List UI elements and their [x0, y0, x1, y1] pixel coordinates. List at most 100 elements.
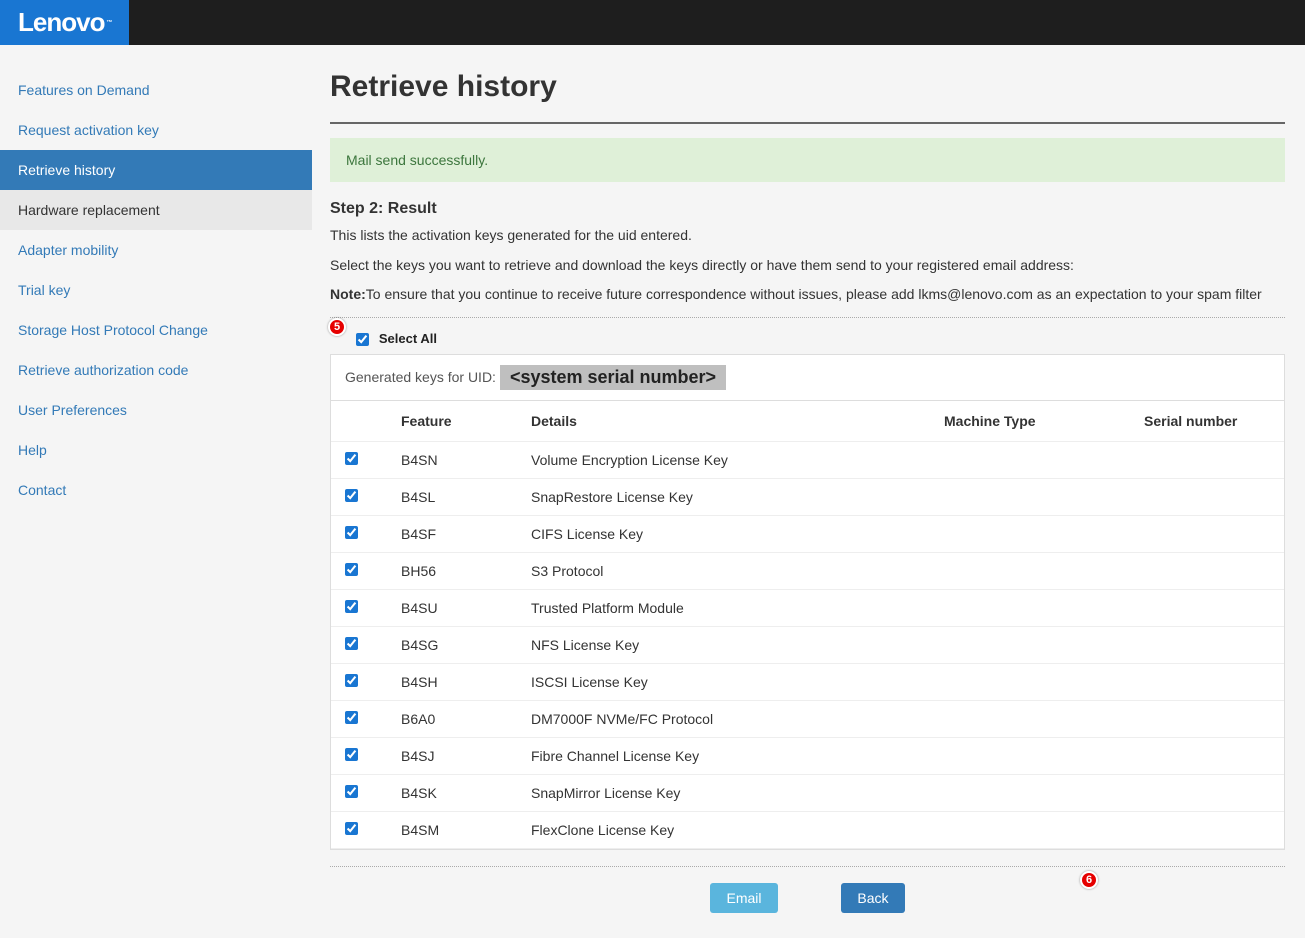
row-checkbox[interactable] [345, 785, 358, 798]
row-machine-type [934, 515, 1134, 552]
row-feature: B4SU [391, 589, 521, 626]
row-machine-type [934, 774, 1134, 811]
row-details: S3 Protocol [521, 552, 934, 589]
row-checkbox[interactable] [345, 674, 358, 687]
table-row: B4SJFibre Channel License Key [331, 737, 1284, 774]
note-text: Note:To ensure that you continue to rece… [330, 285, 1285, 305]
row-details: FlexClone License Key [521, 811, 934, 848]
row-checkbox-cell [331, 774, 391, 811]
row-checkbox[interactable] [345, 489, 358, 502]
sidebar-item-adapter-mobility[interactable]: Adapter mobility [0, 230, 312, 270]
sidebar-item-features-on-demand[interactable]: Features on Demand [0, 70, 312, 110]
sidebar-item-hardware-replacement[interactable]: Hardware replacement [0, 190, 312, 230]
col-serial-number: Serial number [1134, 401, 1284, 442]
row-serial-number [1134, 737, 1284, 774]
row-feature: B6A0 [391, 700, 521, 737]
row-serial-number [1134, 626, 1284, 663]
step-heading: Step 2: Result [330, 200, 1285, 218]
row-machine-type [934, 811, 1134, 848]
row-machine-type [934, 478, 1134, 515]
table-row: B4SLSnapRestore License Key [331, 478, 1284, 515]
row-checkbox[interactable] [345, 748, 358, 761]
row-details: SnapMirror License Key [521, 774, 934, 811]
row-feature: B4SL [391, 478, 521, 515]
table-row: B4SUTrusted Platform Module [331, 589, 1284, 626]
uid-placeholder: <system serial number> [500, 365, 726, 390]
row-checkbox[interactable] [345, 600, 358, 613]
row-details: DM7000F NVMe/FC Protocol [521, 700, 934, 737]
app-header: Lenovo™ [0, 0, 1305, 45]
table-row: B4SFCIFS License Key [331, 515, 1284, 552]
row-machine-type [934, 552, 1134, 589]
row-checkbox[interactable] [345, 711, 358, 724]
table-row: B6A0DM7000F NVMe/FC Protocol [331, 700, 1284, 737]
row-checkbox-cell [331, 589, 391, 626]
row-checkbox[interactable] [345, 526, 358, 539]
row-checkbox-cell [331, 441, 391, 478]
sidebar-item-request-activation-key[interactable]: Request activation key [0, 110, 312, 150]
instruction-text-2: Select the keys you want to retrieve and… [330, 256, 1285, 276]
table-row: B4SNVolume Encryption License Key [331, 441, 1284, 478]
row-machine-type [934, 700, 1134, 737]
row-feature: B4SK [391, 774, 521, 811]
row-feature: B4SH [391, 663, 521, 700]
table-row: B4SKSnapMirror License Key [331, 774, 1284, 811]
row-machine-type [934, 441, 1134, 478]
row-serial-number [1134, 552, 1284, 589]
actions-row: 6 Email Back [330, 877, 1285, 913]
main-content: Retrieve history Mail send successfully.… [312, 45, 1305, 938]
row-machine-type [934, 663, 1134, 700]
sidebar-item-trial-key[interactable]: Trial key [0, 270, 312, 310]
table-header-row: Feature Details Machine Type Serial numb… [331, 401, 1284, 442]
col-checkbox [331, 401, 391, 442]
row-machine-type [934, 626, 1134, 663]
sidebar: Features on DemandRequest activation key… [0, 45, 312, 938]
select-all-row: 5 Select All [330, 326, 1285, 354]
brand-text: Lenovo [18, 7, 104, 38]
sidebar-item-retrieve-history[interactable]: Retrieve history [0, 150, 312, 190]
row-checkbox-cell [331, 737, 391, 774]
row-details: SnapRestore License Key [521, 478, 934, 515]
row-serial-number [1134, 700, 1284, 737]
keys-table: Feature Details Machine Type Serial numb… [331, 401, 1284, 849]
sidebar-item-help[interactable]: Help [0, 430, 312, 470]
title-divider [330, 122, 1285, 124]
actions-divider [330, 866, 1285, 867]
row-checkbox-cell [331, 663, 391, 700]
row-serial-number [1134, 515, 1284, 552]
col-details: Details [521, 401, 934, 442]
annotation-badge-6: 6 [1080, 871, 1098, 889]
col-feature: Feature [391, 401, 521, 442]
table-row: B4SMFlexClone License Key [331, 811, 1284, 848]
note-divider [330, 317, 1285, 318]
select-all-label[interactable]: Select All [379, 331, 437, 346]
sidebar-item-contact[interactable]: Contact [0, 470, 312, 510]
sidebar-item-storage-host-protocol-change[interactable]: Storage Host Protocol Change [0, 310, 312, 350]
row-checkbox[interactable] [345, 637, 358, 650]
row-checkbox[interactable] [345, 822, 358, 835]
row-checkbox-cell [331, 478, 391, 515]
row-checkbox[interactable] [345, 452, 358, 465]
row-details: CIFS License Key [521, 515, 934, 552]
sidebar-item-retrieve-authorization-code[interactable]: Retrieve authorization code [0, 350, 312, 390]
row-feature: BH56 [391, 552, 521, 589]
row-details: Fibre Channel License Key [521, 737, 934, 774]
row-checkbox-cell [331, 626, 391, 663]
note-body: To ensure that you continue to receive f… [366, 286, 1262, 302]
select-all-checkbox[interactable] [356, 333, 369, 346]
row-serial-number [1134, 441, 1284, 478]
sidebar-item-user-preferences[interactable]: User Preferences [0, 390, 312, 430]
col-machine-type: Machine Type [934, 401, 1134, 442]
email-button[interactable]: Email [710, 883, 777, 913]
instruction-text-1: This lists the activation keys generated… [330, 226, 1285, 246]
brand-logo: Lenovo™ [0, 0, 129, 45]
row-serial-number [1134, 774, 1284, 811]
back-button[interactable]: Back [841, 883, 904, 913]
row-checkbox-cell [331, 700, 391, 737]
row-feature: B4SF [391, 515, 521, 552]
row-checkbox-cell [331, 811, 391, 848]
row-details: NFS License Key [521, 626, 934, 663]
note-label: Note: [330, 286, 366, 302]
row-checkbox[interactable] [345, 563, 358, 576]
row-feature: B4SM [391, 811, 521, 848]
